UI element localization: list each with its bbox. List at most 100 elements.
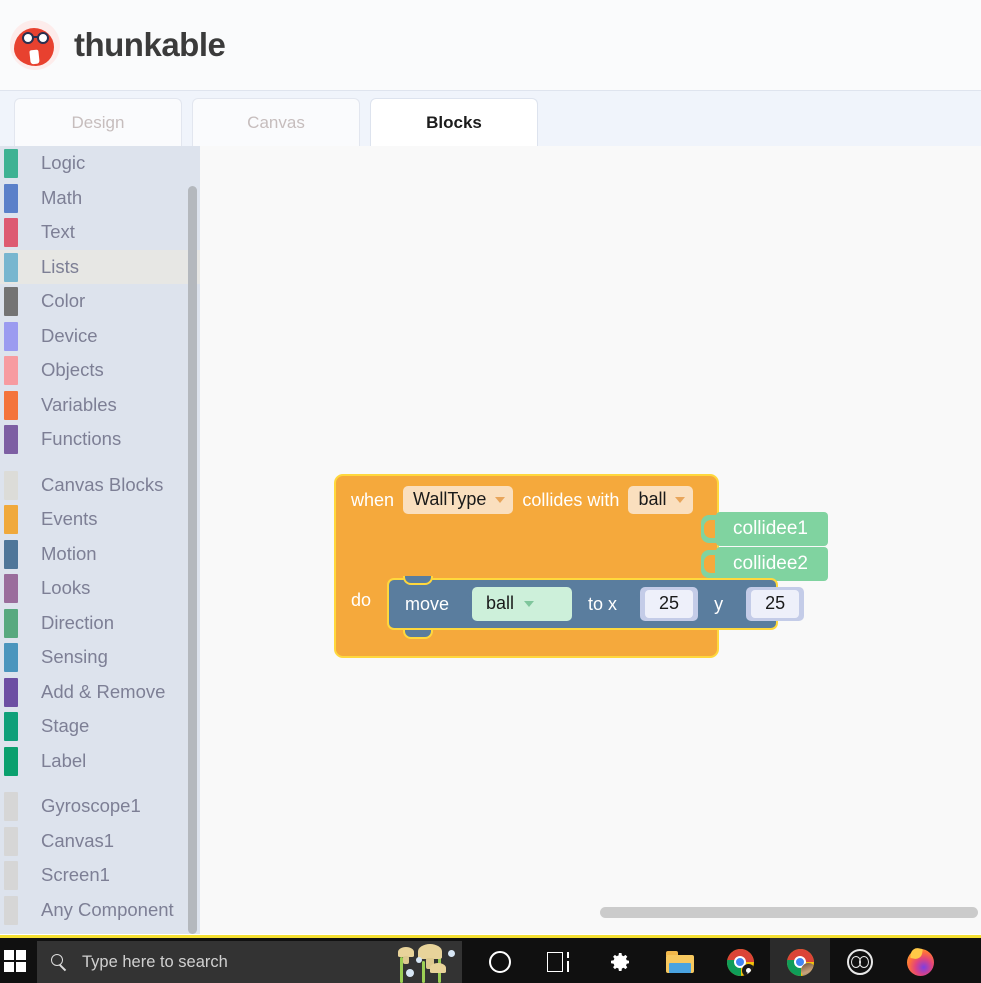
blocks-category-sidebar[interactable]: Logic Math Text Lists Color Device Objects Vari… [0, 146, 200, 934]
sidebar-item-label: Events [41, 508, 98, 530]
x-number-block[interactable]: 25 [640, 587, 699, 621]
do-keyword: do [351, 590, 372, 610]
sidebar-item-label: Looks [41, 577, 91, 599]
chrome-icon[interactable] [710, 938, 770, 983]
sidebar-item-device[interactable]: Device [0, 319, 200, 354]
search-icon [51, 953, 68, 971]
block-move-to-xy[interactable]: move ball to x 25 y 25 [387, 576, 805, 639]
sidebar-item-add-remove[interactable]: Add & Remove [0, 675, 200, 710]
windows-start-icon[interactable] [4, 950, 26, 972]
sidebar-item-motion[interactable]: Motion [0, 537, 200, 572]
firefox-icon[interactable] [890, 938, 950, 983]
tab-blocks[interactable]: Blocks [370, 98, 538, 147]
block-plug-icon [701, 515, 717, 543]
x-number-input[interactable]: 25 [645, 590, 694, 618]
tab-canvas[interactable]: Canvas [192, 98, 360, 147]
sidebar-group-divider [0, 457, 200, 468]
block-bottom-notch-icon [403, 630, 433, 639]
block-collidee2[interactable]: collidee2 [701, 547, 828, 581]
block-plug-icon [701, 550, 717, 578]
sidebar-item-math[interactable]: Math [0, 181, 200, 216]
chevron-down-icon [524, 600, 535, 607]
sidebar-vertical-scrollbar[interactable] [188, 186, 197, 934]
block-when-collides[interactable]: when WallType collides with ball do [334, 474, 719, 658]
category-color-swatch [4, 746, 18, 776]
sidebar-item-screen1[interactable]: Screen1 [0, 858, 200, 893]
sprite-type-dropdown[interactable]: WallType [403, 486, 514, 514]
tab-canvas-label: Canvas [247, 113, 305, 132]
cortana-icon[interactable] [470, 938, 530, 983]
category-color-swatch [4, 608, 18, 638]
socket-notch-icon [462, 594, 472, 614]
socket-notch-icon [630, 594, 640, 614]
file-explorer-icon[interactable] [650, 938, 710, 983]
sidebar-item-lists[interactable]: Lists [0, 249, 200, 284]
windows-taskbar: Type here to search [0, 935, 981, 983]
category-color-swatch [4, 643, 18, 672]
settings-gear-icon[interactable] [590, 938, 650, 983]
category-color-swatch [4, 826, 18, 856]
brand-logo[interactable]: thunkable [10, 20, 226, 70]
app-header: thunkable [0, 0, 981, 90]
sidebar-item-label[interactable]: Label [0, 744, 200, 779]
sidebar-item-canvas1[interactable]: Canvas1 [0, 824, 200, 859]
sprite-type-value: WallType [413, 489, 487, 509]
sidebar-item-label: Objects [41, 359, 104, 381]
when-keyword: when [351, 489, 395, 510]
sidebar-item-functions[interactable]: Functions [0, 422, 200, 457]
category-color-swatch [4, 539, 18, 569]
block-collidee1[interactable]: collidee1 [701, 512, 828, 546]
move-target-dropdown[interactable]: ball [472, 587, 573, 621]
sidebar-item-stage[interactable]: Stage [0, 709, 200, 744]
collider-dropdown[interactable]: ball [628, 486, 694, 514]
sidebar-item-label: Sensing [41, 646, 108, 668]
sidebar-item-text[interactable]: Text [0, 215, 200, 250]
taskbar-search-box[interactable]: Type here to search [37, 941, 462, 983]
sidebar-item-label: Label [41, 749, 87, 771]
sidebar-item-variables[interactable]: Variables [0, 388, 200, 423]
sidebar-item-label: Math [41, 186, 83, 208]
category-color-swatch [4, 390, 18, 420]
sidebar-item-label: Any Component [41, 898, 174, 920]
sidebar-item-objects[interactable]: Objects [0, 353, 200, 388]
sidebar-item-color[interactable]: Color [0, 284, 200, 319]
sidebar-item-canvas-blocks[interactable]: Canvas Blocks [0, 468, 200, 503]
sidebar-item-label: Canvas1 [41, 829, 115, 851]
sidebar-item-events[interactable]: Events [0, 502, 200, 537]
chevron-down-icon [495, 496, 506, 503]
category-color-swatch [4, 252, 18, 282]
sidebar-item-looks[interactable]: Looks [0, 571, 200, 606]
thunkable-monster-logo-icon [10, 20, 60, 70]
thunkable-blocks-editor: thunkable Design Canvas Blocks Logic Math… [0, 0, 981, 983]
obs-studio-icon[interactable] [830, 938, 890, 983]
category-color-swatch [4, 287, 18, 316]
category-color-swatch [4, 574, 18, 603]
tab-design[interactable]: Design [14, 98, 182, 147]
collides-with-keyword: collides with [522, 489, 620, 510]
chrome-profile-icon[interactable] [770, 938, 830, 983]
sidebar-item-direction[interactable]: Direction [0, 606, 200, 641]
move-target-socket: ball [462, 587, 573, 621]
sidebar-item-label: Logic [41, 152, 86, 174]
taskbar-search-decoration [392, 941, 462, 983]
task-view-icon[interactable] [530, 938, 590, 983]
y-number-input[interactable]: 25 [751, 590, 800, 618]
to-x-keyword: to x [588, 593, 618, 614]
y-keyword: y [714, 593, 724, 614]
y-number-block[interactable]: 25 [746, 587, 805, 621]
sidebar-item-label: Variables [41, 393, 117, 415]
sidebar-group-divider [0, 778, 200, 789]
sidebar-item-gyroscope1[interactable]: Gyroscope1 [0, 789, 200, 824]
editor-tabbar: Design Canvas Blocks [0, 90, 981, 147]
sidebar-item-any-component[interactable]: Any Component [0, 893, 200, 928]
workspace-horizontal-scrollbar[interactable] [600, 907, 978, 918]
category-color-swatch [4, 218, 18, 247]
y-value-socket: 25 [736, 587, 805, 621]
category-color-swatch [4, 861, 18, 890]
sidebar-item-logic[interactable]: Logic [0, 146, 200, 181]
socket-notch-icon [736, 594, 746, 614]
collider-value: ball [638, 489, 667, 509]
blocks-workspace-canvas[interactable]: when WallType collides with ball do coll… [200, 146, 981, 934]
category-color-swatch [4, 356, 18, 385]
sidebar-item-sensing[interactable]: Sensing [0, 640, 200, 675]
